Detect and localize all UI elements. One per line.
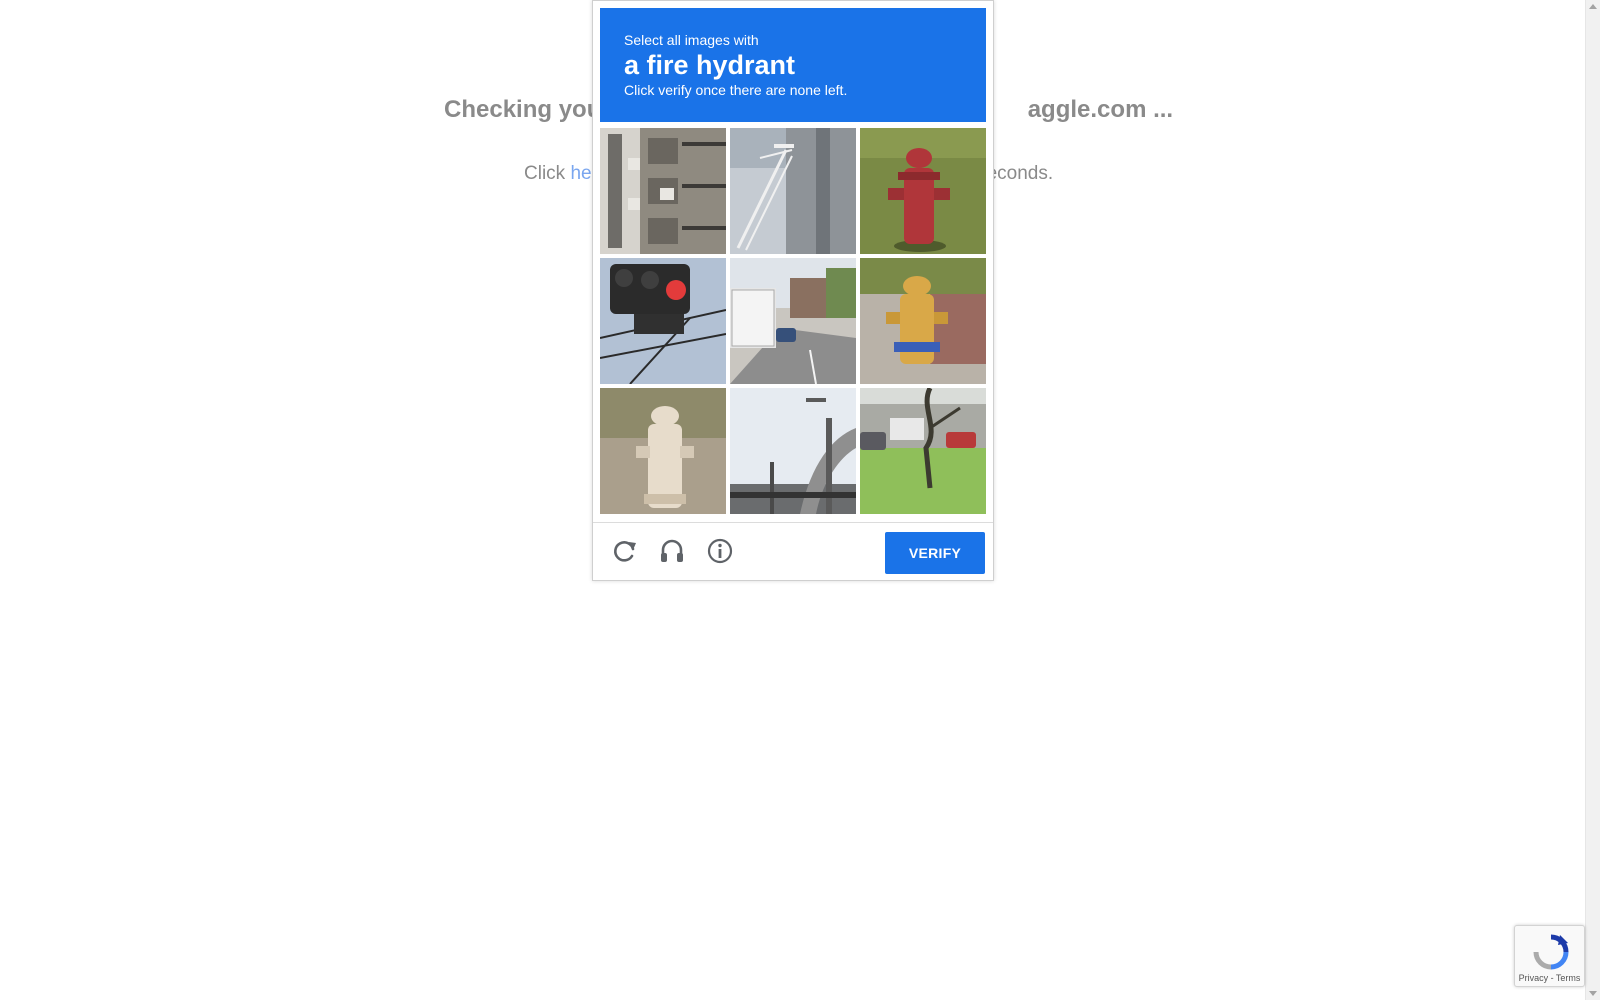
captcha-tile-4[interactable] — [600, 258, 726, 384]
page-subtext-left: Click — [524, 163, 571, 184]
page-subtext-right: econds. — [986, 163, 1054, 184]
page-heading-right: aggle.com ... — [1027, 96, 1174, 123]
captcha-instruction: Select all images with — [624, 32, 759, 48]
verify-button[interactable]: VERIFY — [885, 532, 985, 574]
page-scrollbar[interactable] — [1585, 0, 1600, 1000]
captcha-image-grid — [600, 128, 986, 514]
captcha-tile-5[interactable] — [730, 258, 856, 384]
captcha-hint: Click verify once there are none left. — [624, 82, 848, 98]
captcha-tile-7[interactable] — [600, 388, 726, 514]
captcha-challenge: Select all images with a fire hydrant Cl… — [592, 0, 994, 581]
recaptcha-logo-icon — [1532, 933, 1570, 971]
captcha-target: a fire hydrant — [624, 50, 796, 80]
recaptcha-badge[interactable]: Privacy - Terms — [1514, 925, 1585, 987]
captcha-header: Select all images with a fire hydrant Cl… — [600, 8, 986, 122]
captcha-tile-8[interactable] — [730, 388, 856, 514]
captcha-footer: VERIFY — [593, 522, 993, 580]
page-heading-left: Checking you — [444, 96, 602, 123]
headphones-icon[interactable] — [658, 537, 686, 565]
captcha-tile-1[interactable] — [600, 128, 726, 254]
captcha-tile-2[interactable] — [730, 128, 856, 254]
here-link[interactable]: he — [570, 163, 591, 184]
captcha-tile-3[interactable] — [860, 128, 986, 254]
reload-icon[interactable] — [611, 537, 639, 565]
scroll-down-arrow-icon[interactable] — [1589, 991, 1597, 996]
info-icon[interactable] — [706, 537, 734, 565]
captcha-tile-9[interactable] — [860, 388, 986, 514]
captcha-tile-6[interactable] — [860, 258, 986, 384]
scroll-up-arrow-icon[interactable] — [1589, 4, 1597, 9]
recaptcha-terms[interactable]: Privacy - Terms — [1515, 973, 1584, 983]
